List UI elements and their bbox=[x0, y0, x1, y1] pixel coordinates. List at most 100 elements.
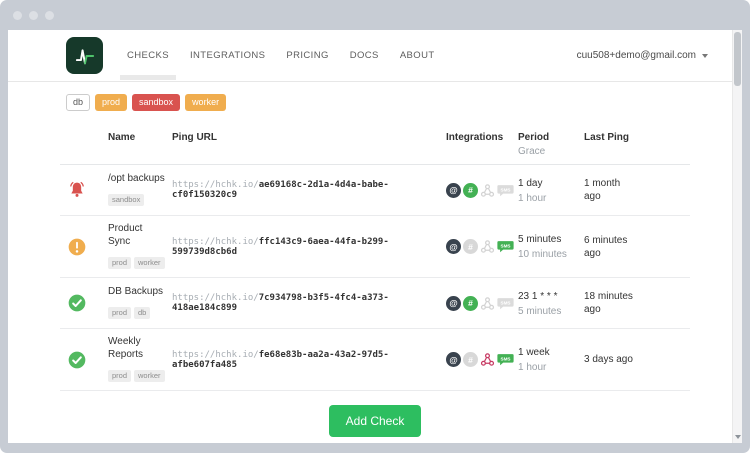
healthchecks-logo[interactable] bbox=[66, 37, 103, 74]
filter-tag-worker[interactable]: worker bbox=[185, 94, 226, 111]
caret-down-icon bbox=[702, 54, 708, 58]
check-row[interactable]: DB Backups proddb https://hchk.io/7c9347… bbox=[60, 278, 690, 329]
check-name: DB Backups bbox=[108, 286, 166, 299]
status-cell bbox=[60, 293, 108, 313]
last-ping-value: 18 minutes ago bbox=[584, 290, 634, 316]
slack-icon: # bbox=[463, 352, 478, 367]
scrollbar[interactable] bbox=[732, 30, 742, 443]
ping-url: https://hchk.io/fe68e83b-aa2a-43a2-97d5-… bbox=[172, 350, 446, 370]
sms-icon: SMS bbox=[497, 184, 514, 197]
account-email: cuu508+demo@gmail.com bbox=[577, 50, 696, 61]
email-icon: @ bbox=[446, 352, 461, 367]
check-tags: sandbox bbox=[108, 189, 166, 207]
navbar: CHECKS INTEGRATIONS PRICING DOCS ABOUT c… bbox=[8, 30, 742, 82]
svg-text:SMS: SMS bbox=[500, 300, 510, 305]
period-value: 1 day bbox=[518, 177, 584, 190]
status-cell bbox=[60, 350, 108, 370]
ping-url: https://hchk.io/ae69168c-2d1a-4d4a-babe-… bbox=[172, 180, 446, 200]
header-name: Name bbox=[108, 132, 172, 157]
integration-icons: @ # SMS bbox=[446, 183, 518, 198]
check-row[interactable]: Weekly Reports prodworker https://hchk.i… bbox=[60, 329, 690, 391]
last-ping-value: 3 days ago bbox=[584, 353, 634, 366]
svg-text:SMS: SMS bbox=[500, 356, 510, 361]
browser-window: CHECKS INTEGRATIONS PRICING DOCS ABOUT c… bbox=[0, 0, 750, 453]
sms-icon: SMS bbox=[497, 297, 514, 310]
header-period: Period bbox=[518, 132, 584, 143]
table-header: Name Ping URL Integrations Period Grace … bbox=[60, 132, 690, 165]
slack-icon: # bbox=[463, 296, 478, 311]
header-ping-url: Ping URL bbox=[172, 132, 446, 157]
integration-icons: @ # SMS bbox=[446, 239, 518, 254]
filter-tag-bar: db prod sandbox worker bbox=[8, 82, 742, 111]
ping-url-prefix: https://hchk.io/ bbox=[172, 350, 259, 360]
check-tag: db bbox=[134, 307, 150, 320]
sms-icon: SMS bbox=[497, 240, 514, 253]
filter-tag-prod[interactable]: prod bbox=[95, 94, 127, 111]
email-icon: @ bbox=[446, 183, 461, 198]
status-cell bbox=[60, 237, 108, 257]
status-cell bbox=[60, 180, 108, 200]
scrollbar-thumb[interactable] bbox=[734, 32, 741, 86]
filter-tag-db[interactable]: db bbox=[66, 94, 90, 111]
integration-icons: @ # SMS bbox=[446, 296, 518, 311]
grace-value: 1 hour bbox=[518, 362, 584, 373]
nav-item-checks[interactable]: CHECKS bbox=[127, 50, 169, 61]
alert-bell-icon bbox=[67, 180, 87, 200]
check-name: Product Sync bbox=[108, 223, 166, 248]
filter-tag-sandbox[interactable]: sandbox bbox=[132, 94, 180, 111]
account-menu[interactable]: cuu508+demo@gmail.com bbox=[577, 50, 708, 61]
nav-item-about[interactable]: ABOUT bbox=[400, 50, 435, 61]
window-control-dot[interactable] bbox=[29, 11, 38, 20]
period-value: 23 1 * * * bbox=[518, 290, 584, 303]
window-titlebar bbox=[0, 0, 750, 30]
ping-url-prefix: https://hchk.io/ bbox=[172, 293, 259, 303]
pulse-icon bbox=[72, 43, 98, 69]
check-tag: sandbox bbox=[108, 194, 144, 207]
webhook-icon bbox=[480, 296, 495, 311]
slack-icon: # bbox=[463, 239, 478, 254]
period-value: 5 minutes bbox=[518, 233, 584, 246]
ping-url-prefix: https://hchk.io/ bbox=[172, 180, 259, 190]
check-tags: prodworker bbox=[108, 365, 166, 383]
nav-item-docs[interactable]: DOCS bbox=[350, 50, 379, 61]
sms-icon: SMS bbox=[497, 353, 514, 366]
check-name: Weekly Reports bbox=[108, 336, 166, 361]
ping-url: https://hchk.io/7c934798-b3f5-4fc4-a373-… bbox=[172, 293, 446, 313]
nav-item-integrations[interactable]: INTEGRATIONS bbox=[190, 50, 265, 61]
header-last-ping: Last Ping bbox=[584, 132, 690, 157]
grace-value: 1 hour bbox=[518, 193, 584, 204]
email-icon: @ bbox=[446, 296, 461, 311]
window-control-dot[interactable] bbox=[45, 11, 54, 20]
check-tag: worker bbox=[134, 257, 165, 270]
window-control-dot[interactable] bbox=[13, 11, 22, 20]
header-integrations: Integrations bbox=[446, 132, 518, 157]
nav-item-pricing[interactable]: PRICING bbox=[286, 50, 328, 61]
add-check-button[interactable]: Add Check bbox=[329, 405, 422, 437]
slack-icon: # bbox=[463, 183, 478, 198]
check-tag: prod bbox=[108, 307, 131, 320]
check-row[interactable]: /opt backups sandbox https://hchk.io/ae6… bbox=[60, 165, 690, 216]
webhook-icon bbox=[480, 352, 495, 367]
check-tag: prod bbox=[108, 370, 131, 383]
page-content: CHECKS INTEGRATIONS PRICING DOCS ABOUT c… bbox=[8, 30, 742, 443]
header-grace: Grace bbox=[518, 146, 584, 157]
check-tag: prod bbox=[108, 257, 131, 270]
grace-value: 5 minutes bbox=[518, 306, 584, 317]
check-row[interactable]: Product Sync prodworker https://hchk.io/… bbox=[60, 216, 690, 278]
check-tag: worker bbox=[134, 370, 165, 383]
check-name: /opt backups bbox=[108, 173, 166, 186]
svg-text:SMS: SMS bbox=[500, 187, 510, 192]
last-ping-value: 6 minutes ago bbox=[584, 234, 634, 260]
email-icon: @ bbox=[446, 239, 461, 254]
nav-links: CHECKS INTEGRATIONS PRICING DOCS ABOUT bbox=[127, 50, 435, 61]
grace-value: 10 minutes bbox=[518, 249, 584, 260]
webhook-icon bbox=[480, 183, 495, 198]
ping-url-prefix: https://hchk.io/ bbox=[172, 237, 259, 247]
up-check-icon bbox=[67, 350, 87, 370]
webhook-icon bbox=[480, 239, 495, 254]
grace-exclamation-icon bbox=[67, 237, 87, 257]
scrollbar-down-arrow-icon[interactable] bbox=[735, 435, 741, 439]
last-ping-value: 1 month ago bbox=[584, 177, 634, 203]
ping-url: https://hchk.io/ffc143c9-6aea-44fa-b299-… bbox=[172, 237, 446, 257]
checks-table: Name Ping URL Integrations Period Grace … bbox=[60, 132, 690, 391]
